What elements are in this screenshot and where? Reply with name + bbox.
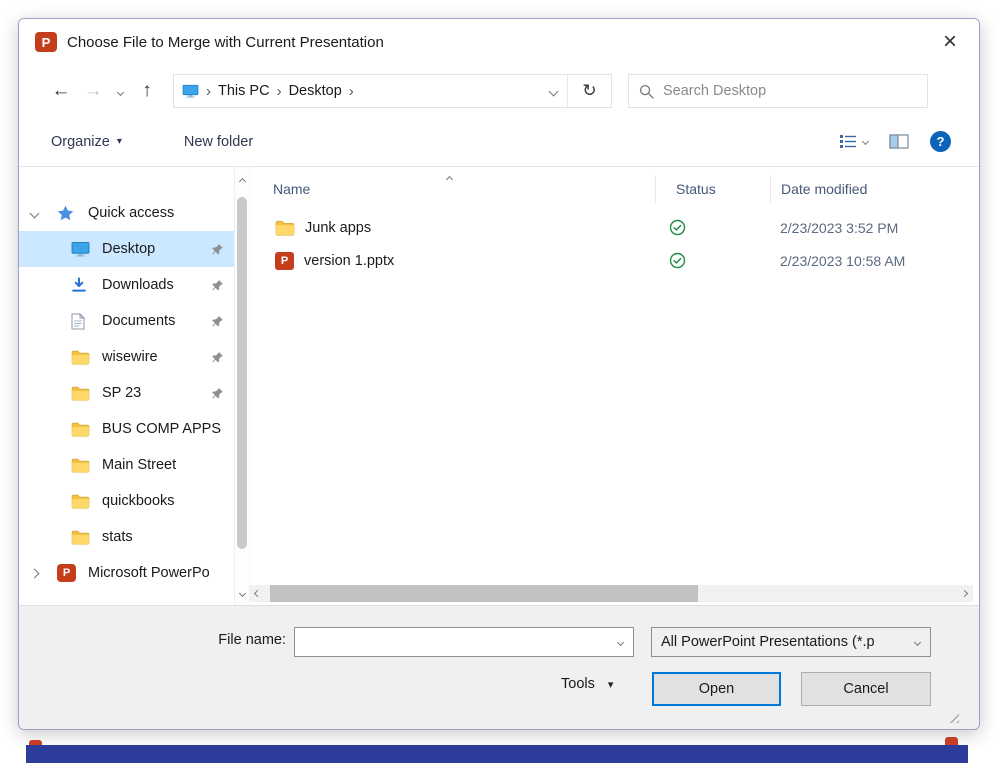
file-date-modified: 2/23/2023 10:58 AM — [770, 253, 979, 269]
search-icon — [639, 84, 654, 99]
back-button[interactable]: ← — [45, 80, 77, 102]
file-open-dialog: P Choose File to Merge with Current Pres… — [18, 18, 980, 730]
folder-icon — [71, 494, 97, 509]
file-name-label: File name: — [179, 632, 286, 648]
pin-icon — [211, 243, 224, 256]
scroll-left-icon[interactable] — [249, 591, 266, 596]
powerpoint-icon: P — [57, 564, 83, 582]
new-folder-button[interactable]: New folder — [184, 134, 253, 150]
breadcrumb-this-pc[interactable]: This PC — [218, 83, 270, 99]
downloads-icon — [71, 277, 97, 293]
file-row-version-1-pptx[interactable]: P version 1.pptx 2/23/2023 10:58 AM — [235, 244, 979, 277]
history-dropdown-icon[interactable] — [109, 82, 131, 100]
documents-icon — [71, 313, 97, 330]
open-button[interactable]: Open — [652, 672, 781, 706]
pin-icon — [211, 387, 224, 400]
command-bar: Organize ▾ New folder ? — [19, 117, 979, 167]
address-bar[interactable]: › This PC › Desktop › ↻ — [173, 74, 612, 108]
sort-ascending-icon — [447, 169, 452, 185]
tools-menu[interactable]: Tools ▾ — [561, 676, 613, 692]
change-view-button[interactable] — [839, 133, 868, 150]
file-name-combobox[interactable] — [294, 627, 634, 657]
up-button[interactable]: ↑ — [131, 80, 163, 102]
navigation-pane: Quick access Desktop Downloads Documents — [19, 167, 234, 605]
organize-menu[interactable]: Organize ▾ — [51, 134, 122, 150]
breadcrumb: › This PC › Desktop › — [174, 75, 539, 107]
file-name: Junk apps — [305, 220, 371, 236]
sync-status-check-icon — [669, 252, 686, 269]
dialog-titlebar: P Choose File to Merge with Current Pres… — [19, 19, 979, 65]
forward-button[interactable]: → — [77, 80, 109, 102]
close-button[interactable]: × — [937, 30, 963, 54]
folder-icon — [275, 220, 295, 236]
background-window-bar — [26, 745, 968, 763]
breadcrumb-separator: › — [349, 83, 354, 100]
sync-status-check-icon — [669, 219, 686, 236]
scroll-right-icon[interactable] — [956, 591, 973, 596]
chevron-down-icon[interactable] — [31, 210, 57, 217]
navigation-bar: ← → ↑ › This PC › Desktop › ↻ — [19, 65, 979, 117]
file-row-junk-apps[interactable]: Junk apps 2/23/2023 3:52 PM — [235, 211, 979, 244]
sidebar-item-bus-comp-apps[interactable]: BUS COMP APPS — [19, 411, 234, 447]
quick-access-star-icon — [57, 205, 83, 221]
horizontal-scrollbar[interactable] — [249, 585, 973, 602]
scrollbar-track[interactable] — [266, 585, 956, 602]
file-name: version 1.pptx — [304, 253, 394, 269]
folder-icon — [71, 386, 97, 401]
view-dropdown-icon — [862, 138, 869, 145]
file-date-modified: 2/23/2023 3:52 PM — [770, 220, 979, 236]
sidebar-item-sp-23[interactable]: SP 23 — [19, 375, 234, 411]
preview-pane-icon[interactable] — [889, 134, 909, 149]
view-options: ? — [839, 131, 951, 152]
scrollbar-thumb[interactable] — [270, 585, 698, 602]
sidebar-item-desktop[interactable]: Desktop — [19, 231, 234, 267]
help-button[interactable]: ? — [930, 131, 951, 152]
pin-icon — [211, 279, 224, 292]
cancel-button[interactable]: Cancel — [801, 672, 931, 706]
this-pc-icon — [182, 84, 199, 98]
tools-dropdown-icon: ▾ — [608, 678, 614, 691]
folder-icon — [71, 530, 97, 545]
sidebar-item-main-street[interactable]: Main Street — [19, 447, 234, 483]
sidebar-item-downloads[interactable]: Downloads — [19, 267, 234, 303]
dialog-content: Quick access Desktop Downloads Documents — [19, 167, 979, 605]
search-box[interactable] — [628, 74, 928, 108]
sidebar-item-wisewire[interactable]: wisewire — [19, 339, 234, 375]
sidebar-item-microsoft-powerpoint[interactable]: P Microsoft PowerPo — [19, 555, 234, 591]
powerpoint-icon: P — [35, 32, 57, 52]
sidebar-item-stats[interactable]: stats — [19, 519, 234, 555]
pptx-file-icon: P — [275, 252, 294, 270]
breadcrumb-separator: › — [206, 83, 211, 100]
pin-icon — [211, 315, 224, 328]
breadcrumb-separator: › — [277, 83, 282, 100]
pin-icon — [211, 351, 224, 364]
sidebar-item-documents[interactable]: Documents — [19, 303, 234, 339]
sidebar-item-quickbooks[interactable]: quickbooks — [19, 483, 234, 519]
file-name-input[interactable] — [295, 628, 607, 656]
resize-grip[interactable] — [948, 712, 959, 723]
desktop-icon — [71, 241, 97, 257]
breadcrumb-desktop[interactable]: Desktop — [289, 83, 342, 99]
file-type-dropdown-icon[interactable] — [904, 640, 930, 645]
file-name-dropdown-icon[interactable] — [607, 640, 633, 645]
column-header-status[interactable]: Status — [655, 175, 770, 203]
sidebar-item-quick-access[interactable]: Quick access — [19, 195, 234, 231]
search-input[interactable] — [663, 83, 917, 99]
address-dropdown-icon[interactable] — [539, 75, 567, 107]
list-view-icon — [839, 133, 857, 150]
folder-icon — [71, 422, 97, 437]
refresh-button[interactable]: ↻ — [567, 75, 611, 107]
file-list-pane: Name Status Date modified Junk apps 2/23… — [234, 167, 979, 605]
organize-dropdown-icon: ▾ — [117, 136, 122, 147]
folder-icon — [71, 350, 97, 365]
folder-icon — [71, 458, 97, 473]
dialog-title: Choose File to Merge with Current Presen… — [67, 34, 384, 51]
dialog-footer: File name: All PowerPoint Presentations … — [19, 605, 979, 730]
column-header-date-modified[interactable]: Date modified — [770, 175, 979, 203]
file-type-value: All PowerPoint Presentations (*.p — [652, 634, 904, 650]
column-headers: Name Status Date modified — [235, 167, 979, 211]
chevron-right-icon[interactable] — [31, 570, 57, 577]
file-type-dropdown[interactable]: All PowerPoint Presentations (*.p — [651, 627, 931, 657]
